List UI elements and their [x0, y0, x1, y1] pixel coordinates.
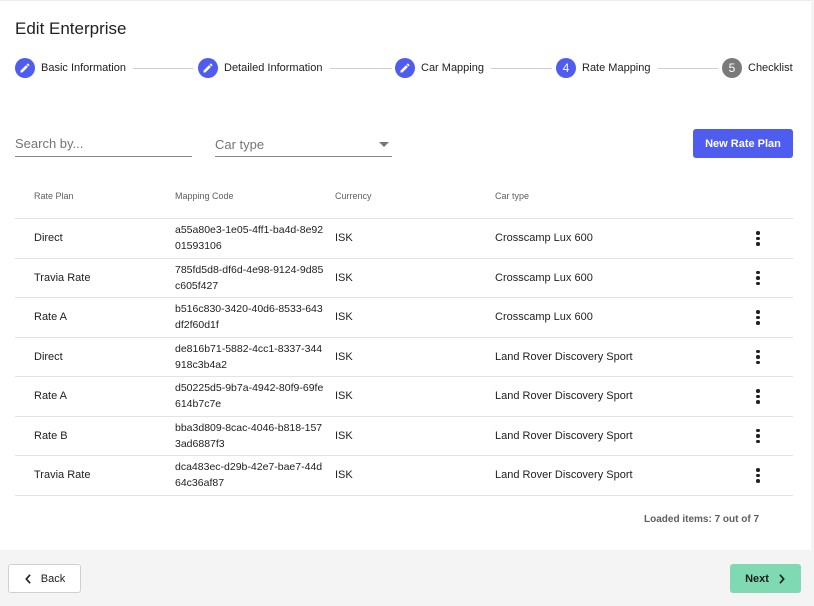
table-row[interactable]: Rate A d50225d5-9b7a-4942-80f9-69fe614b7c… — [15, 377, 793, 417]
next-button[interactable]: Next — [730, 564, 801, 593]
cell-rate-plan: Rate B — [34, 429, 68, 442]
chevron-right-icon — [779, 573, 785, 584]
cell-currency: ISK — [335, 469, 353, 482]
cell-car-type: Crosscamp Lux 600 — [495, 232, 593, 245]
table-body: Direct a55a80e3-1e05-4ff1-ba4d-8e92015931… — [15, 219, 793, 496]
step-rate-mapping[interactable]: 4 Rate Mapping — [556, 58, 651, 78]
table-header: Rate Plan Mapping Code Currency Car type — [15, 176, 793, 219]
dropdown-arrow-icon — [379, 142, 389, 147]
cell-rate-plan: Rate A — [34, 390, 68, 403]
cell-currency: ISK — [335, 429, 353, 442]
step-number: 5 — [722, 58, 742, 78]
loaded-items-count: Loaded items: 7 out of 7 — [644, 514, 760, 525]
table-row[interactable]: Travia Rate 785fd5d8-df6d-4e98-9124-9d85c… — [15, 259, 793, 298]
step-car-mapping[interactable]: Car Mapping — [395, 58, 484, 78]
cell-currency: ISK — [335, 232, 353, 245]
cell-currency: ISK — [335, 271, 353, 284]
column-header-car-type[interactable]: Car type — [495, 191, 529, 201]
search-field — [15, 129, 192, 157]
main-card: Edit Enterprise Basic Information Detail… — [0, 0, 811, 550]
table-row[interactable]: Direct a55a80e3-1e05-4ff1-ba4d-8e92015931… — [15, 219, 793, 259]
cell-mapping-code: d50225d5-9b7a-4942-80f9-69fe614b7c7e — [175, 382, 324, 411]
next-button-label: Next — [745, 572, 769, 585]
cell-mapping-code: dca483ec-d29b-42e7-bae7-44d64c36af87 — [175, 461, 323, 490]
more-vertical-icon[interactable] — [749, 427, 767, 445]
new-rate-plan-button[interactable]: New Rate Plan — [693, 129, 793, 158]
cell-rate-plan: Direct — [34, 232, 63, 245]
pencil-icon — [198, 58, 218, 78]
step-label: Checklist — [748, 62, 793, 74]
cell-rate-plan: Travia Rate — [34, 271, 91, 284]
search-input[interactable] — [15, 129, 192, 155]
cell-mapping-code: b516c830-3420-40d6-8533-643df2f60d1f — [175, 303, 323, 332]
cell-car-type: Land Rover Discovery Sport — [495, 429, 633, 442]
step-connector — [133, 68, 193, 69]
back-button-label: Back — [40, 572, 66, 585]
column-header-mapping-code[interactable]: Mapping Code — [175, 191, 234, 201]
step-label: Car Mapping — [421, 62, 484, 74]
chevron-left-icon — [24, 573, 31, 584]
back-button[interactable]: Back — [8, 564, 81, 593]
cell-car-type: Land Rover Discovery Sport — [495, 390, 633, 403]
more-vertical-icon[interactable] — [749, 466, 767, 484]
more-vertical-icon[interactable] — [749, 269, 767, 287]
cell-car-type: Land Rover Discovery Sport — [495, 350, 633, 363]
more-vertical-icon[interactable] — [749, 387, 767, 405]
cell-mapping-code: 785fd5d8-df6d-4e98-9124-9d85c605f427 — [175, 263, 324, 292]
cell-car-type: Crosscamp Lux 600 — [495, 311, 593, 324]
step-connector — [491, 68, 552, 69]
cell-mapping-code: de816b71-5882-4cc1-8337-344918c3b4a2 — [175, 342, 323, 371]
step-connector — [330, 68, 392, 69]
more-vertical-icon[interactable] — [749, 308, 767, 326]
table-row[interactable]: Direct de816b71-5882-4cc1-8337-344918c3b4… — [15, 338, 793, 377]
step-number: 4 — [556, 58, 576, 78]
step-basic-information[interactable]: Basic Information — [15, 58, 126, 78]
cell-car-type: Crosscamp Lux 600 — [495, 271, 593, 284]
cell-currency: ISK — [335, 390, 353, 403]
car-type-select-value: Car type — [215, 137, 265, 152]
cell-rate-plan: Rate A — [34, 311, 68, 324]
step-label: Rate Mapping — [582, 62, 651, 74]
more-vertical-icon[interactable] — [749, 229, 767, 247]
step-checklist[interactable]: 5 Checklist — [722, 58, 793, 78]
pencil-icon — [395, 58, 415, 78]
cell-mapping-code: a55a80e3-1e05-4ff1-ba4d-8e9201593106 — [175, 224, 324, 253]
step-detailed-information[interactable]: Detailed Information — [198, 58, 322, 78]
pencil-icon — [15, 58, 35, 78]
rate-plan-table: Rate Plan Mapping Code Currency Car type… — [15, 176, 793, 496]
column-header-currency[interactable]: Currency — [335, 191, 372, 201]
car-type-select[interactable]: Car type — [215, 129, 392, 157]
cell-currency: ISK — [335, 350, 353, 363]
stepper: Basic Information Detailed Information C… — [0, 1, 814, 101]
table-row[interactable]: Travia Rate dca483ec-d29b-42e7-bae7-44d64… — [15, 456, 793, 496]
step-label: Detailed Information — [224, 62, 323, 74]
table-row[interactable]: Rate A b516c830-3420-40d6-8533-643df2f60d… — [15, 298, 793, 338]
step-label: Basic Information — [41, 62, 126, 74]
cell-currency: ISK — [335, 311, 353, 324]
step-connector — [658, 68, 718, 69]
cell-mapping-code: bba3d809-8cac-4046-b818-1573ad6887f3 — [175, 421, 323, 450]
cell-car-type: Land Rover Discovery Sport — [495, 469, 633, 482]
table-row[interactable]: Rate B bba3d809-8cac-4046-b818-1573ad6887… — [15, 417, 793, 456]
cell-rate-plan: Direct — [34, 350, 63, 363]
more-vertical-icon[interactable] — [749, 348, 767, 366]
column-header-rate-plan[interactable]: Rate Plan — [34, 191, 74, 201]
cell-rate-plan: Travia Rate — [34, 469, 91, 482]
